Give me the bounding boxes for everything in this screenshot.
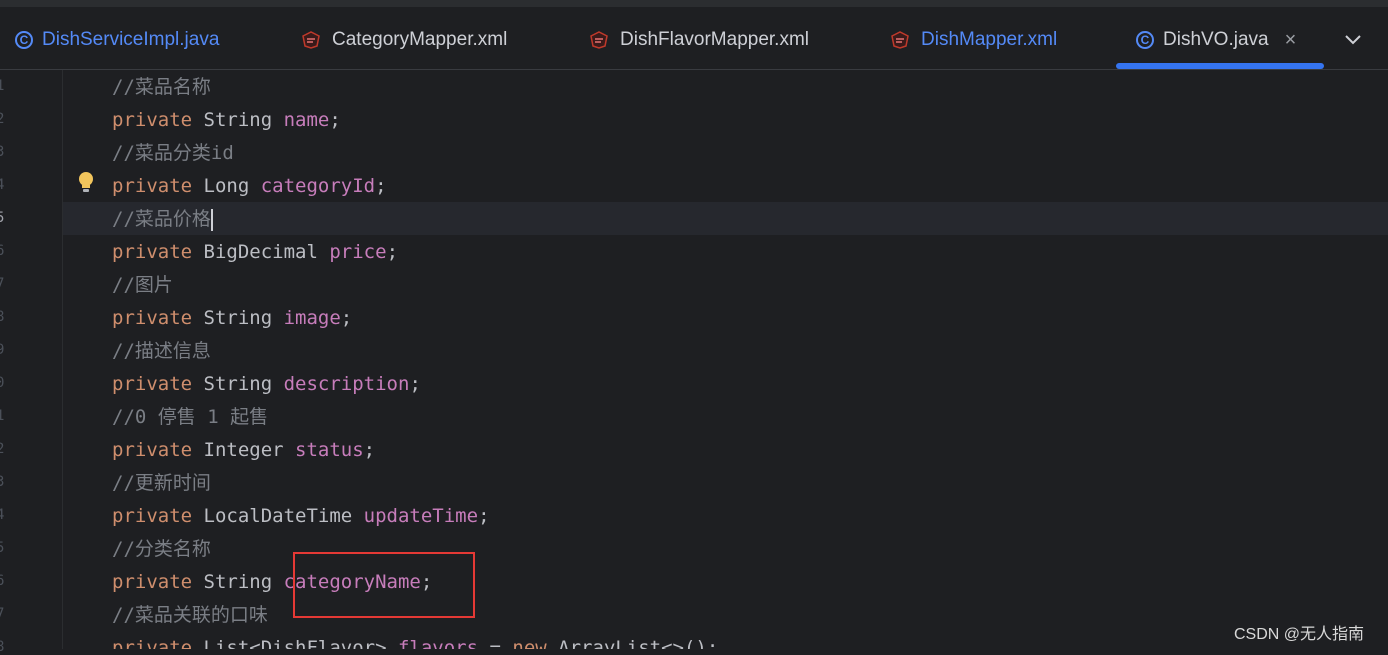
- class-icon: C: [15, 31, 33, 49]
- tab-bar-top-strip: [0, 0, 1388, 7]
- code-keyword: private: [112, 505, 193, 527]
- code-line: //更新时间: [112, 467, 211, 500]
- code-keyword: private: [112, 439, 193, 461]
- code-punct: ;: [363, 439, 376, 461]
- code-line: //描述信息: [112, 335, 211, 368]
- highlight-box: [293, 552, 475, 618]
- code-type: String: [192, 307, 284, 329]
- tab-label: DishVO.java: [1163, 29, 1269, 50]
- code-punct: ;: [375, 175, 387, 197]
- code-type: BigDecimal: [192, 241, 330, 263]
- code-comment: //0 停售 1 起售: [112, 406, 269, 428]
- code-line: private String image;: [112, 302, 352, 335]
- tab-dishserviceimpl[interactable]: C DishServiceImpl.java: [15, 22, 219, 58]
- code-line: private LocalDateTime updateTime;: [112, 500, 490, 533]
- code-field: categoryId: [260, 175, 376, 197]
- code-field: image: [283, 307, 341, 329]
- code-line: //菜品分类id: [112, 137, 234, 170]
- tab-categorymapper[interactable]: CategoryMapper.xml: [300, 22, 507, 58]
- active-tab-indicator: [1116, 63, 1324, 69]
- code-comment: //描述信息: [112, 340, 211, 362]
- code-type: Long: [192, 175, 261, 197]
- code-comment: //菜品名称: [112, 76, 211, 98]
- code-comment: //菜品分类id: [112, 142, 234, 164]
- watermark: CSDN @无人指南: [1234, 626, 1365, 643]
- code-field: status: [295, 439, 364, 461]
- code-punct: ArrayList<>();: [546, 637, 719, 649]
- code-line: //菜品价格: [112, 203, 213, 236]
- mybatis-xml-icon: [302, 31, 320, 49]
- code-line: //0 停售 1 起售: [112, 401, 268, 434]
- tab-dishvo-active[interactable]: C DishVO.java ×: [1136, 22, 1296, 58]
- code-comment: //更新时间: [112, 472, 211, 494]
- tab-label: DishServiceImpl.java: [42, 29, 220, 50]
- code-line: private Long categoryId;: [112, 170, 387, 203]
- code-type: LocalDateTime: [192, 505, 364, 527]
- code-field: flavors: [397, 637, 479, 649]
- code-line: //菜品名称: [112, 71, 211, 104]
- code-punct: ;: [386, 241, 399, 263]
- code-comment: //菜品关联的口味: [112, 604, 268, 626]
- code-type: String: [192, 571, 284, 593]
- code-type: String: [192, 373, 284, 395]
- class-icon: C: [1136, 31, 1154, 49]
- code-comment: //图片: [112, 274, 173, 296]
- code-punct: ;: [478, 505, 490, 527]
- mybatis-xml-icon: [590, 31, 608, 49]
- code-line: private String name;: [112, 104, 341, 137]
- code-field: updateTime: [363, 505, 479, 527]
- code-type: List<DishFlavor>: [192, 637, 398, 649]
- code-keyword: private: [112, 109, 193, 131]
- code-punct: ;: [329, 109, 341, 131]
- code-field: description: [283, 373, 410, 395]
- code-punct: ;: [409, 373, 421, 395]
- tab-dishmapper[interactable]: DishMapper.xml: [889, 22, 1057, 58]
- code-operator: =: [478, 637, 513, 649]
- code-type: Integer: [192, 439, 296, 461]
- close-tab-icon[interactable]: ×: [1285, 29, 1297, 52]
- code-keyword: new: [512, 637, 547, 649]
- code-type: String: [192, 109, 284, 131]
- code-line: private Integer status;: [112, 434, 375, 467]
- code-line: private String description;: [112, 368, 421, 401]
- code-line: //图片: [112, 269, 173, 302]
- code-keyword: private: [112, 637, 193, 649]
- code-line: //菜品关联的口味: [112, 599, 268, 632]
- code-comment: //菜品价格: [112, 208, 211, 230]
- code-line: //分类名称: [112, 533, 211, 566]
- code-keyword: private: [112, 571, 193, 593]
- code-field: name: [283, 109, 330, 131]
- code-keyword: private: [112, 373, 193, 395]
- code-line: private List<DishFlavor> flavors = new A…: [112, 632, 718, 649]
- code-keyword: private: [112, 307, 193, 329]
- chevron-down-icon[interactable]: [1342, 28, 1364, 50]
- code-punct: ;: [340, 307, 353, 329]
- code-comment: //分类名称: [112, 538, 211, 560]
- code-keyword: private: [112, 241, 193, 263]
- tab-label: DishMapper.xml: [921, 29, 1058, 50]
- tab-label: CategoryMapper.xml: [332, 29, 508, 50]
- tab-label: DishFlavorMapper.xml: [620, 29, 809, 50]
- editor-tab-bar: C DishServiceImpl.java CategoryMapper.xm…: [0, 0, 1388, 70]
- mybatis-xml-icon: [891, 31, 909, 49]
- text-caret: [210, 208, 213, 231]
- code-line: private BigDecimal price;: [112, 236, 398, 269]
- code-keyword: private: [112, 175, 193, 197]
- tab-dishflavormapper[interactable]: DishFlavorMapper.xml: [588, 22, 809, 58]
- code-editor[interactable]: //菜品名称 private String name; //菜品分类id privat…: [0, 70, 1388, 649]
- code-field: price: [329, 241, 387, 263]
